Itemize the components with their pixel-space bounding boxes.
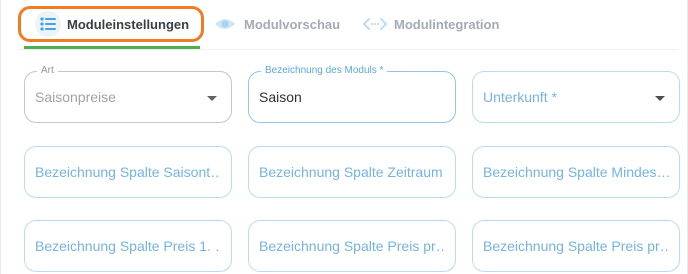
tab-label: Modulintegration <box>394 16 500 32</box>
field-placeholder: Bezeichnung Spalte Preis pr… <box>483 238 669 254</box>
art-value: Saisonpreise <box>35 89 116 105</box>
field-placeholder: Bezeichnung Spalte Mindes… <box>483 164 669 180</box>
modulname-input[interactable]: Bezeichnung des Moduls * Saison <box>248 65 456 123</box>
tab-label: Modulvorschau <box>244 16 341 32</box>
chevron-down-icon <box>207 96 217 101</box>
tab-moduleinstellungen[interactable]: Moduleinstellungen <box>18 6 204 42</box>
unterkunft-select[interactable]: Unterkunft * <box>472 71 680 123</box>
chevron-down-icon <box>655 96 665 101</box>
tab-modulintegration[interactable]: Modulintegration <box>362 6 499 42</box>
tab-modulvorschau[interactable]: Modulvorschau <box>212 6 340 42</box>
eye-icon <box>212 11 238 37</box>
tab-label: Moduleinstellungen <box>67 16 190 32</box>
field-placeholder: Bezeichnung Spalte Zeitraum <box>259 164 443 180</box>
field-placeholder: Bezeichnung Spalte Preis pr… <box>259 238 445 254</box>
modulname-value: Saison <box>259 89 302 105</box>
spalte-mindestaufenthalt-input[interactable]: Bezeichnung Spalte Mindes… <box>472 146 680 198</box>
spalte-saisontitel-input[interactable]: Bezeichnung Spalte Saisont… <box>24 146 232 198</box>
spalte-preis-pr-2-input[interactable]: Bezeichnung Spalte Preis pr… <box>472 220 680 272</box>
field-placeholder: Bezeichnung Spalte Saisont… <box>35 164 221 180</box>
spalte-preis-pr-input[interactable]: Bezeichnung Spalte Preis pr… <box>248 220 456 272</box>
field-placeholder: Bezeichnung Spalte Preis 1. … <box>35 238 221 254</box>
list-icon <box>35 11 61 37</box>
code-icon <box>362 11 388 37</box>
spalte-preis-1-input[interactable]: Bezeichnung Spalte Preis 1. … <box>24 220 232 272</box>
spalte-zeitraum-input[interactable]: Bezeichnung Spalte Zeitraum <box>248 146 456 198</box>
unterkunft-placeholder: Unterkunft * <box>483 89 557 105</box>
art-select[interactable]: Art Saisonpreise <box>24 65 232 123</box>
tabs-divider <box>18 49 678 50</box>
